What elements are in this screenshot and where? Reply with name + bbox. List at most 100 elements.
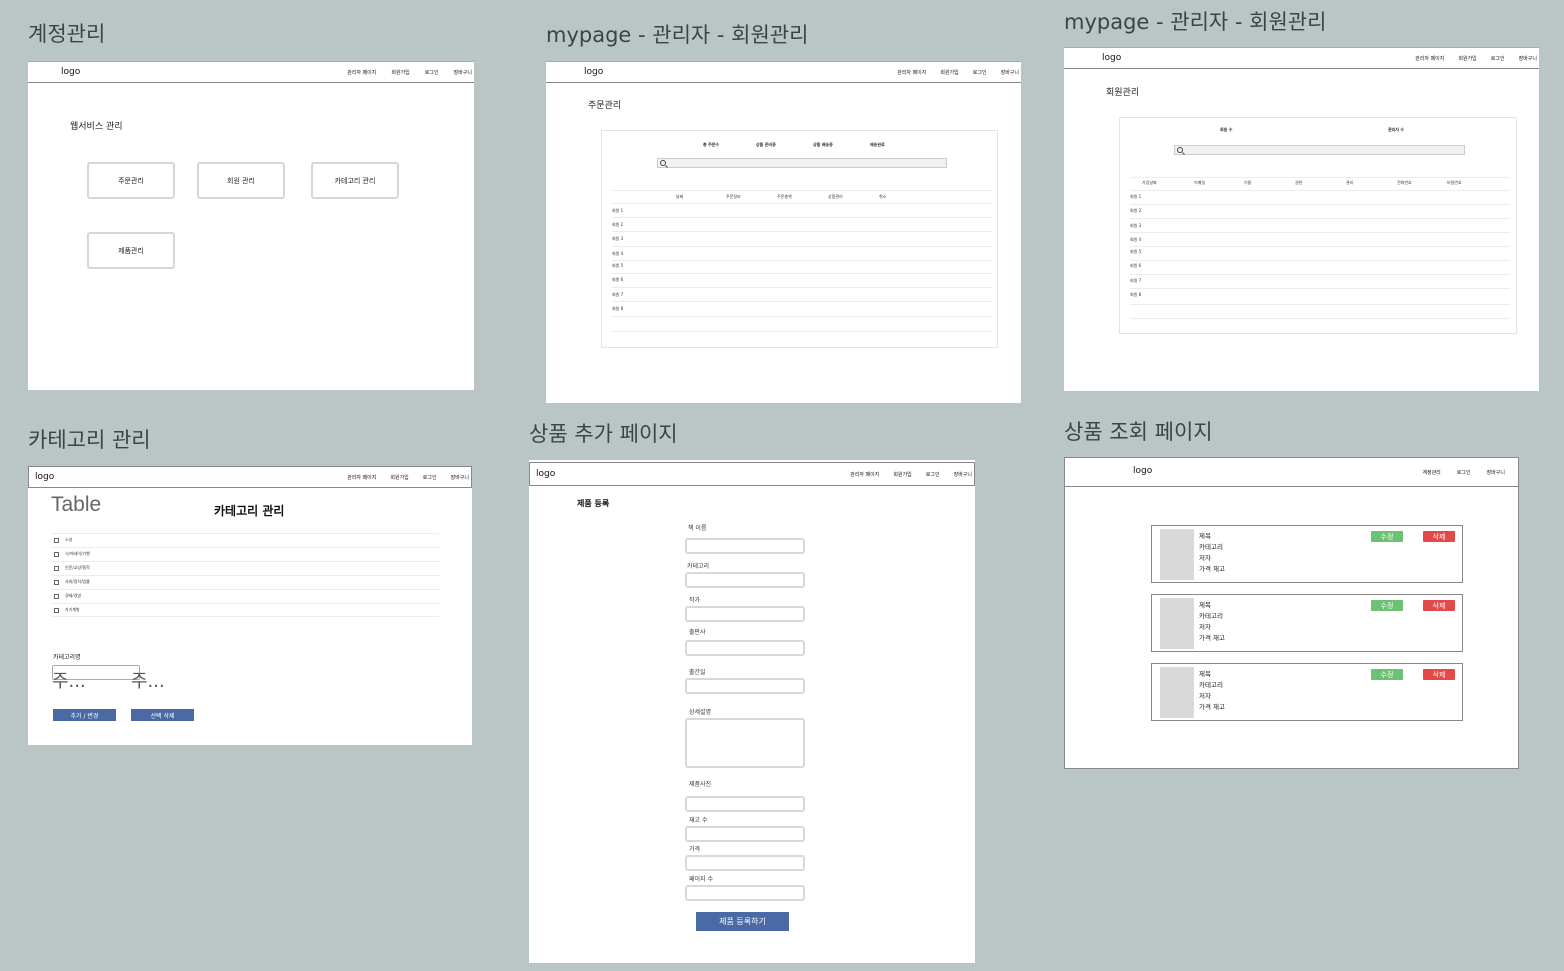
nav-signup[interactable]: 회원가입 [940, 69, 958, 76]
table-row[interactable]: 회원 7 [612, 292, 623, 298]
logo[interactable]: logo [584, 67, 603, 77]
publish-date-input[interactable] [685, 678, 805, 694]
nav-signup[interactable]: 회원가입 [391, 69, 409, 76]
nav-cart[interactable]: 장바구니 [954, 471, 972, 478]
table-label: Table [51, 493, 102, 516]
table-row[interactable]: 회원 1 [612, 208, 623, 214]
category-frame: logo 관리자 페이지 회원가입 로그인 장바구니 Table 카테고리 관리… [28, 466, 472, 745]
nav-login[interactable]: 로그인 [973, 69, 987, 76]
table-row[interactable]: 회원 1 [1130, 194, 1141, 200]
nav-account-manage[interactable]: 계정관리 [1422, 469, 1440, 476]
list-item[interactable]: 경제/경영 [54, 593, 81, 599]
nav-admin-page[interactable]: 관리자 페이지 [347, 474, 376, 481]
nav-signup[interactable]: 회원가입 [390, 474, 408, 481]
nav-admin-page[interactable]: 관리자 페이지 [1415, 55, 1444, 62]
table-row[interactable]: 회원 8 [1130, 292, 1141, 298]
table-row[interactable]: 회원 4 [1130, 237, 1141, 243]
page-count-input[interactable] [685, 885, 805, 901]
list-item[interactable]: 자기계발 [54, 607, 80, 613]
delete-button[interactable]: 삭제 [1423, 531, 1455, 542]
category-input[interactable] [685, 572, 805, 588]
edit-button[interactable]: 수정 [1371, 600, 1403, 611]
table-row[interactable]: 회원 7 [1130, 278, 1141, 284]
checkbox[interactable] [54, 551, 59, 557]
nav-signup[interactable]: 회원가입 [893, 471, 911, 478]
nav-cart[interactable]: 장바구니 [1001, 69, 1019, 76]
nav-cart[interactable]: 장바구니 [451, 474, 469, 481]
product-title: 제목 [1199, 670, 1211, 678]
nav-admin-page[interactable]: 관리자 페이지 [897, 69, 926, 76]
description-textarea[interactable] [685, 718, 805, 768]
list-item[interactable]: 사회/정치/법률 [54, 579, 90, 585]
search-input[interactable] [657, 158, 947, 168]
table-row[interactable]: 회원 8 [612, 306, 623, 312]
nav-admin-page[interactable]: 관리자 페이지 [850, 471, 879, 478]
checkbox[interactable] [54, 537, 59, 543]
list-item[interactable]: 시/에세이/기행 [54, 551, 90, 557]
table-row[interactable]: 회원 2 [612, 222, 623, 228]
stat-admin-count: 관리자 수 [1388, 127, 1405, 132]
product-price-stock: 가격 재고 [1199, 565, 1225, 573]
delete-selected-button[interactable]: 선택 삭제 [131, 709, 194, 721]
edit-button[interactable]: 수정 [1371, 669, 1403, 680]
logo[interactable]: logo [35, 472, 54, 482]
checkbox[interactable] [54, 593, 59, 599]
logo[interactable]: logo [536, 469, 555, 479]
delete-button[interactable]: 삭제 [1423, 600, 1455, 611]
logo[interactable]: logo [1102, 53, 1121, 63]
table-row[interactable]: 회원 4 [612, 251, 623, 257]
publisher-input[interactable] [685, 640, 805, 656]
top-nav: logo 관리자 페이지 회원가입 로그인 장바구니 [1064, 47, 1539, 69]
table-row[interactable]: 회원 5 [1130, 249, 1141, 255]
list-item[interactable]: 인문/교양/철학 [54, 565, 90, 571]
field-label-price: 가격 [689, 846, 701, 853]
top-nav: logo 계정관리 로그인 장바구니 [1065, 458, 1518, 487]
nav-login[interactable]: 로그인 [926, 471, 940, 478]
category-heading: 카테고리 관리 [214, 504, 285, 518]
price-input[interactable] [685, 855, 805, 871]
delete-button[interactable]: 삭제 [1423, 669, 1455, 680]
order-manage-button[interactable]: 주문관리 [87, 162, 175, 199]
table-row[interactable]: 회원 2 [1130, 208, 1141, 214]
nav-login[interactable]: 로그인 [1457, 469, 1471, 476]
product-photo-input[interactable] [685, 796, 805, 812]
field-label-product-photo: 제품사진 [689, 781, 712, 788]
checkbox[interactable] [54, 579, 59, 585]
list-item[interactable]: 소설 [54, 537, 72, 543]
nav-login[interactable]: 로그인 [425, 69, 439, 76]
table-row[interactable]: 회원 6 [612, 277, 623, 283]
table-row[interactable]: 회원 6 [1130, 263, 1141, 269]
table-row[interactable]: 회원 5 [612, 263, 623, 269]
nav-signup[interactable]: 회원가입 [1458, 55, 1476, 62]
stock-input[interactable] [685, 826, 805, 842]
search-input[interactable] [1174, 145, 1465, 155]
nav-login[interactable]: 로그인 [423, 474, 437, 481]
category-manage-button[interactable]: 카테고리 관리 [311, 162, 399, 199]
nav-admin-page[interactable]: 관리자 페이지 [347, 69, 376, 76]
view-product-frame: logo 계정관리 로그인 장바구니 제목 카테고리 저자 가격 재고 수정 삭… [1064, 457, 1519, 769]
checkbox[interactable] [54, 607, 59, 613]
nav-login[interactable]: 로그인 [1491, 55, 1505, 62]
book-name-input[interactable] [685, 538, 805, 554]
register-product-button[interactable]: 제품 등록하기 [696, 912, 789, 931]
nav-cart[interactable]: 장바구니 [1487, 469, 1505, 476]
add-change-button[interactable]: 추가 / 변경 [53, 709, 116, 721]
stat-preparing: 상품 준비중 [756, 142, 776, 147]
product-card[interactable]: 제목 카테고리 저자 가격 재고 수정 삭제 [1151, 663, 1463, 721]
edit-button[interactable]: 수정 [1371, 531, 1403, 542]
checkbox[interactable] [54, 565, 59, 571]
table-row[interactable]: 회원 3 [1130, 223, 1141, 229]
member-manage-button[interactable]: 회원 관리 [197, 162, 285, 199]
product-title: 제목 [1199, 532, 1211, 540]
table-row[interactable]: 회원 3 [612, 236, 623, 242]
product-manage-button[interactable]: 제품관리 [87, 232, 175, 269]
nav-cart[interactable]: 장바구니 [1519, 55, 1537, 62]
product-category: 카테고리 [1199, 543, 1223, 551]
nav-cart[interactable]: 장바구니 [454, 69, 472, 76]
logo[interactable]: logo [1133, 466, 1152, 476]
logo[interactable]: logo [61, 67, 80, 77]
author-input[interactable] [685, 606, 805, 622]
product-card[interactable]: 제목 카테고리 저자 가격 재고 수정 삭제 [1151, 594, 1463, 652]
product-image [1160, 529, 1194, 580]
product-card[interactable]: 제목 카테고리 저자 가격 재고 수정 삭제 [1151, 525, 1463, 583]
